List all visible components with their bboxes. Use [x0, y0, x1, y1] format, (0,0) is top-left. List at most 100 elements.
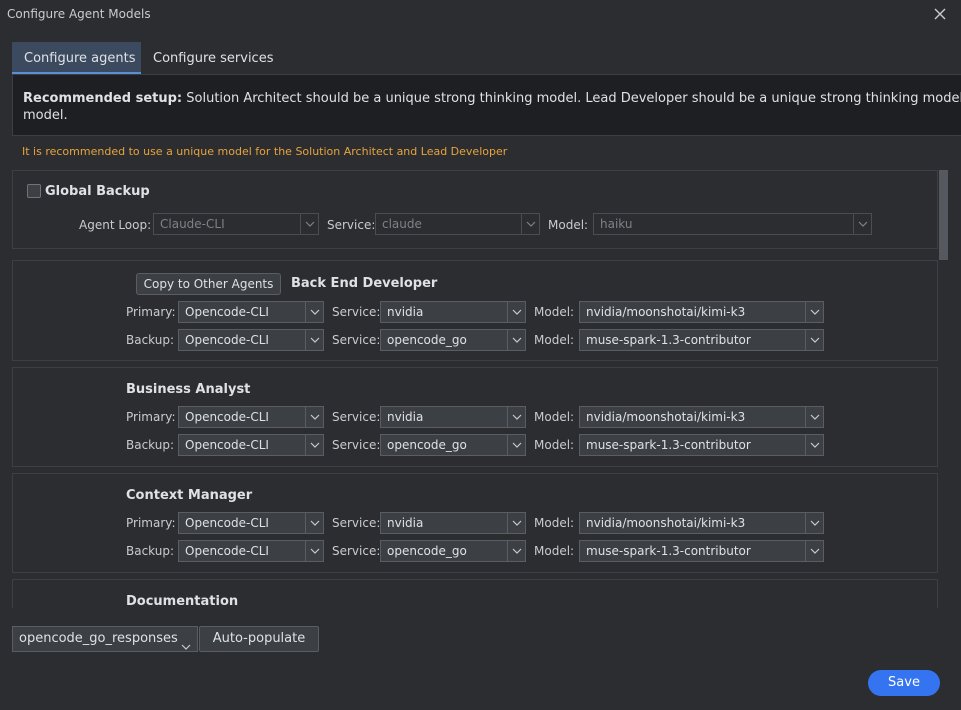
chevron-down-icon: [805, 541, 823, 561]
model-label: Model:: [534, 333, 575, 347]
global-service-select[interactable]: claude: [375, 213, 540, 235]
tab-configure-services[interactable]: Configure services: [141, 42, 285, 74]
copy-to-other-agents-button[interactable]: Copy to Other Agents: [136, 273, 281, 295]
backup-loop-select[interactable]: Opencode-CLI: [178, 540, 324, 562]
backup-model-select[interactable]: muse-spark-1.3-contributor: [579, 540, 824, 562]
chevron-down-icon: [507, 541, 525, 561]
primary-model-select[interactable]: nvidia/moonshotai/kimi-k3: [579, 406, 824, 428]
global-service-value: claude: [382, 217, 422, 231]
service-label: Service:: [332, 305, 381, 319]
chevron-down-icon: [805, 302, 823, 322]
model-label: Model:: [534, 516, 575, 530]
agent-panel-business-analyst: Business Analyst Primary: Opencode-CLI S…: [12, 367, 938, 467]
recommendation-body: Solution Architect should be a unique st…: [182, 91, 961, 106]
chevron-down-icon: [507, 302, 525, 322]
chevron-down-icon: [805, 330, 823, 350]
backup-service-select[interactable]: opencode_go: [380, 329, 526, 351]
chevron-down-icon: [853, 214, 871, 234]
agent-name: Back End Developer: [291, 276, 438, 291]
chevron-down-icon: [305, 541, 323, 561]
chevron-down-icon: [305, 407, 323, 427]
scrollbar-thumb[interactable]: [939, 170, 948, 260]
chevron-down-icon: [181, 636, 191, 660]
backup-loop-select[interactable]: Opencode-CLI: [178, 434, 324, 456]
primary-model-value: nvidia/moonshotai/kimi-k3: [586, 516, 746, 530]
global-backup-panel: Global Backup Agent Loop: Claude-CLI Ser…: [12, 170, 938, 249]
backup-model-value: muse-spark-1.3-contributor: [586, 438, 751, 452]
auto-populate-button[interactable]: Auto-populate: [199, 626, 319, 652]
title-bar: Configure Agent Models: [0, 0, 961, 28]
agent-name: Documentation: [126, 594, 239, 608]
chevron-down-icon: [507, 407, 525, 427]
backup-service-value: opencode_go: [387, 438, 467, 452]
primary-service-value: nvidia: [387, 305, 424, 319]
backup-loop-value: Opencode-CLI: [185, 333, 269, 347]
model-label: Model:: [534, 438, 575, 452]
model-label: Model:: [534, 305, 575, 319]
service-label: Service:: [332, 410, 381, 424]
backup-service-select[interactable]: opencode_go: [380, 434, 526, 456]
backup-label: Backup:: [126, 544, 175, 558]
chevron-down-icon: [305, 330, 323, 350]
backup-loop-select[interactable]: Opencode-CLI: [178, 329, 324, 351]
primary-model-select[interactable]: nvidia/moonshotai/kimi-k3: [579, 301, 824, 323]
primary-model-value: nvidia/moonshotai/kimi-k3: [586, 410, 746, 424]
primary-service-value: nvidia: [387, 410, 424, 424]
primary-service-select[interactable]: nvidia: [380, 512, 526, 534]
primary-model-value: nvidia/moonshotai/kimi-k3: [586, 305, 746, 319]
primary-loop-select[interactable]: Opencode-CLI: [178, 512, 324, 534]
backup-service-select[interactable]: opencode_go: [380, 540, 526, 562]
service-label: Service:: [332, 438, 381, 452]
primary-label: Primary:: [126, 305, 176, 319]
global-model-select[interactable]: haiku: [593, 213, 872, 235]
backup-loop-value: Opencode-CLI: [185, 544, 269, 558]
agent-panel-documentation: Documentation: [12, 579, 938, 608]
global-backup-label: Global Backup: [45, 184, 150, 199]
backup-label: Backup:: [126, 333, 175, 347]
backup-model-select[interactable]: muse-spark-1.3-contributor: [579, 329, 824, 351]
service-label: Service:: [332, 516, 381, 530]
chevron-down-icon: [305, 513, 323, 533]
service-select[interactable]: opencode_go_responses: [12, 626, 198, 652]
chevron-down-icon: [507, 330, 525, 350]
service-label: Service:: [327, 218, 376, 232]
primary-model-select[interactable]: nvidia/moonshotai/kimi-k3: [579, 512, 824, 534]
backup-model-value: muse-spark-1.3-contributor: [586, 333, 751, 347]
agents-scroll-area[interactable]: Global Backup Agent Loop: Claude-CLI Ser…: [12, 170, 949, 608]
service-label: Service:: [332, 544, 381, 558]
recommendation-text-continued: model.: [23, 108, 68, 123]
recommendation-text: Recommended setup: Solution Architect sh…: [23, 89, 961, 108]
backup-label: Backup:: [126, 438, 175, 452]
primary-service-select[interactable]: nvidia: [380, 301, 526, 323]
tab-configure-agents[interactable]: Configure agents: [12, 42, 141, 74]
primary-service-select[interactable]: nvidia: [380, 406, 526, 428]
model-label: Model:: [534, 544, 575, 558]
chevron-down-icon: [805, 407, 823, 427]
primary-label: Primary:: [126, 516, 176, 530]
save-button[interactable]: Save: [868, 670, 940, 696]
backup-model-value: muse-spark-1.3-contributor: [586, 544, 751, 558]
primary-label: Primary:: [126, 410, 176, 424]
global-agent-loop-select[interactable]: Claude-CLI: [153, 213, 319, 235]
chevron-down-icon: [305, 435, 323, 455]
agent-panel-back-end-developer: Copy to Other Agents Back End Developer …: [12, 260, 938, 361]
chevron-down-icon: [507, 435, 525, 455]
model-label: Model:: [534, 410, 575, 424]
model-label: Model:: [548, 218, 589, 232]
primary-loop-value: Opencode-CLI: [185, 516, 269, 530]
chevron-down-icon: [805, 435, 823, 455]
global-backup-checkbox[interactable]: [27, 184, 41, 198]
chevron-down-icon: [300, 214, 318, 234]
primary-loop-select[interactable]: Opencode-CLI: [178, 301, 324, 323]
chevron-down-icon: [305, 302, 323, 322]
close-icon[interactable]: [933, 6, 947, 20]
vertical-scrollbar[interactable]: [939, 170, 948, 608]
primary-loop-select[interactable]: Opencode-CLI: [178, 406, 324, 428]
backup-model-select[interactable]: muse-spark-1.3-contributor: [579, 434, 824, 456]
chevron-down-icon: [805, 513, 823, 533]
agent-panel-context-manager: Context Manager Primary: Opencode-CLI Se…: [12, 473, 938, 573]
agent-name: Business Analyst: [126, 382, 251, 397]
agent-name: Context Manager: [126, 488, 253, 503]
recommendation-heading: Recommended setup:: [23, 91, 183, 106]
primary-service-value: nvidia: [387, 516, 424, 530]
